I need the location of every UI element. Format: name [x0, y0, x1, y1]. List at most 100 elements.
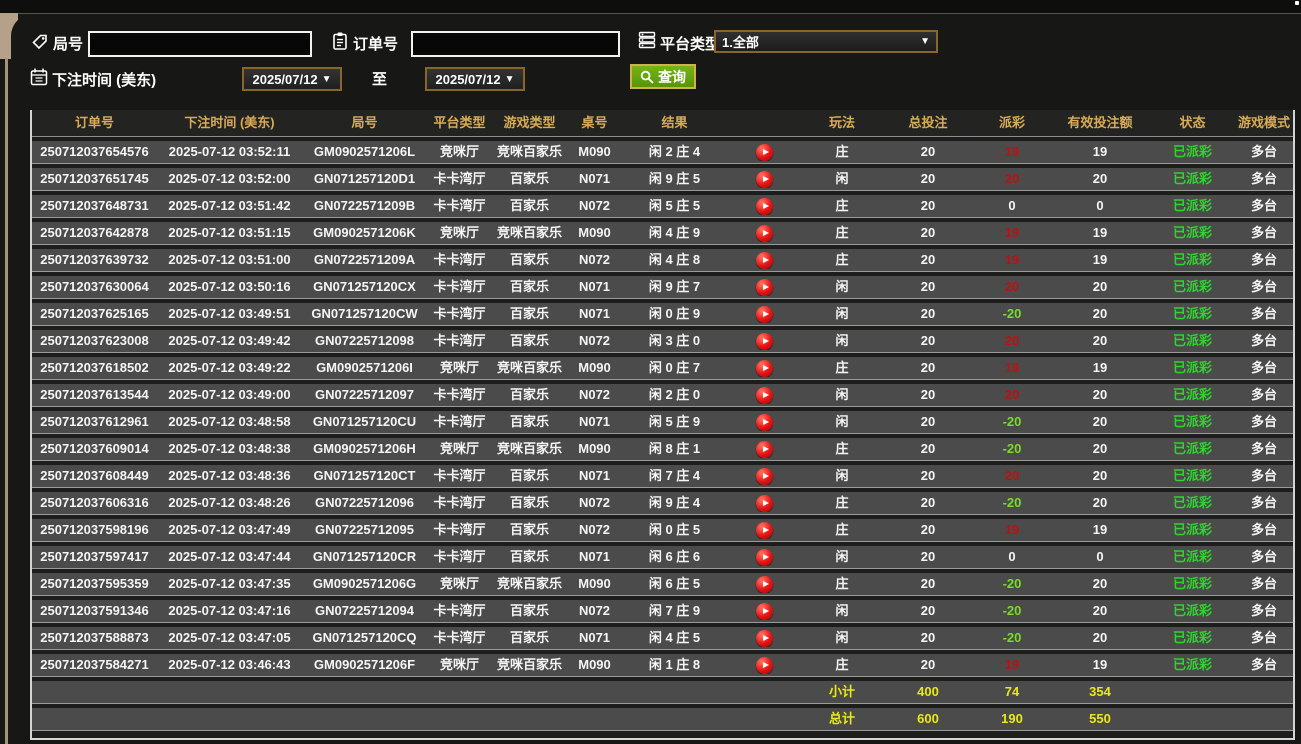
replay-play-icon[interactable] — [756, 629, 773, 647]
round-id-cell: GM0902571206F — [313, 657, 416, 672]
replay-play-icon[interactable] — [756, 413, 773, 431]
table-row: 250712037584271 2025-07-12 03:46:43 GM0902… — [32, 654, 1293, 677]
game-mode-cell: 多台 — [1250, 279, 1277, 294]
result-cell: 闲 3 庄 0 — [648, 333, 701, 348]
table-row: 250712037612961 2025-07-12 03:48:58 GN0712… — [32, 411, 1293, 434]
date-from-picker[interactable]: 2025/07/12 ▼ — [242, 67, 342, 91]
platform-cell: 卡卡湾厅 — [433, 603, 486, 618]
table-no-cell: N072 — [578, 333, 611, 348]
status-cell: 已派彩 — [1172, 198, 1212, 213]
grand-total-row: 总计 600 190 550 — [32, 708, 1293, 731]
table-row: 250712037618502 2025-07-12 03:49:22 GM0902… — [32, 357, 1293, 380]
replay-cell — [727, 521, 802, 539]
payout-cell: 0 — [1008, 198, 1016, 213]
bet-type-cell: 庄 — [835, 441, 849, 456]
date-to-picker[interactable]: 2025/07/12 ▼ — [425, 67, 525, 91]
total-bet-cell: 20 — [920, 198, 936, 213]
result-cell: 闲 7 庄 4 — [648, 468, 701, 483]
column-header-6: 桌号 — [581, 115, 608, 130]
status-cell: 已派彩 — [1172, 306, 1212, 321]
platform-select[interactable]: 1.全部 ▼ — [714, 30, 938, 53]
round-id-cell: GN07225712095 — [314, 522, 415, 537]
total-bet-cell: 20 — [920, 549, 936, 564]
game-type-cell: 百家乐 — [509, 333, 549, 348]
replay-play-icon[interactable] — [756, 143, 773, 161]
replay-play-icon[interactable] — [756, 305, 773, 323]
replay-cell — [727, 224, 802, 242]
valid-bet-cell: 20 — [1092, 468, 1108, 483]
table-no-cell: N072 — [578, 495, 611, 510]
order-input[interactable] — [411, 31, 620, 57]
table-header-row: 订单号 下注时间 (美东) 局号 平台类型 游戏类型 桌号 结果 玩法 总投注 派彩 有效投注额 状态… — [32, 110, 1293, 137]
replay-cell — [727, 359, 802, 377]
replay-play-icon[interactable] — [756, 575, 773, 593]
table-no-cell: M090 — [578, 657, 611, 672]
status-cell: 已派彩 — [1172, 630, 1212, 645]
platform-cell: 竞咪厅 — [439, 225, 479, 240]
replay-play-icon[interactable] — [756, 224, 773, 242]
table-row: 250712037639732 2025-07-12 03:51:00 GN0722… — [32, 249, 1293, 272]
game-mode-cell: 多台 — [1250, 468, 1277, 483]
replay-play-icon[interactable] — [756, 440, 773, 458]
bet-type-cell: 闲 — [835, 279, 849, 294]
replay-cell — [727, 656, 802, 674]
round-id-cell: GN0722571209A — [313, 252, 416, 267]
round-input[interactable] — [88, 31, 312, 57]
table-row: 250712037654576 2025-07-12 03:52:11 GM0902… — [32, 141, 1293, 164]
total-bet-cell: 20 — [920, 630, 936, 645]
replay-play-icon[interactable] — [756, 197, 773, 215]
table-row: 250712037588873 2025-07-12 03:47:05 GN0712… — [32, 627, 1293, 650]
replay-cell — [727, 602, 802, 620]
table-no-cell: M090 — [578, 144, 611, 159]
replay-play-icon[interactable] — [756, 170, 773, 188]
subtotal-label: 小计 — [828, 684, 855, 699]
round-id-cell: GN07225712098 — [314, 333, 415, 348]
query-button[interactable]: 查询 — [630, 64, 696, 89]
replay-play-icon[interactable] — [756, 386, 773, 404]
order-id-cell: 250712037598196 — [40, 522, 149, 537]
status-cell: 已派彩 — [1172, 252, 1212, 267]
platform-cell: 竞咪厅 — [439, 360, 479, 375]
result-cell: 闲 9 庄 4 — [648, 495, 701, 510]
game-type-cell: 百家乐 — [509, 198, 549, 213]
replay-play-icon[interactable] — [756, 278, 773, 296]
replay-play-icon[interactable] — [756, 332, 773, 350]
replay-play-icon[interactable] — [756, 467, 773, 485]
result-cell: 闲 2 庄 0 — [648, 387, 701, 402]
order-id-cell: 250712037625165 — [40, 306, 149, 321]
replay-play-icon[interactable] — [756, 656, 773, 674]
result-cell: 闲 6 庄 6 — [648, 549, 701, 564]
round-id-cell: GN071257120CW — [311, 306, 418, 321]
round-id-cell: GN071257120CT — [313, 468, 416, 483]
bet-time-cell: 2025-07-12 03:48:38 — [168, 441, 291, 456]
replay-play-icon[interactable] — [756, 359, 773, 377]
to-label: 至 — [372, 71, 388, 88]
result-cell: 闲 9 庄 7 — [648, 279, 701, 294]
table-no-cell: N071 — [578, 468, 611, 483]
replay-play-icon[interactable] — [756, 251, 773, 269]
play-triangle — [762, 149, 769, 155]
total-bet-cell: 20 — [920, 414, 936, 429]
play-triangle — [762, 311, 769, 317]
bet-type-cell: 庄 — [835, 198, 849, 213]
replay-play-icon[interactable] — [756, 602, 773, 620]
payout-cell: 19 — [1004, 225, 1020, 240]
game-mode-cell: 多台 — [1250, 549, 1277, 564]
grand-total-total-bet: 600 — [917, 711, 939, 726]
total-bet-cell: 20 — [920, 279, 936, 294]
table-body: 250712037654576 2025-07-12 03:52:11 GM0902… — [32, 141, 1293, 677]
bet-type-cell: 闲 — [835, 414, 849, 429]
total-bet-cell: 20 — [920, 171, 936, 186]
bet-records-table: 订单号 下注时间 (美东) 局号 平台类型 游戏类型 桌号 结果 玩法 总投注 派彩 有效投注额 状态… — [30, 110, 1295, 740]
bet-type-cell: 庄 — [835, 657, 849, 672]
replay-play-icon[interactable] — [756, 548, 773, 566]
order-id-cell: 250712037651745 — [40, 171, 149, 186]
table-no-cell: M090 — [578, 360, 611, 375]
table-no-cell: M090 — [578, 225, 611, 240]
replay-play-icon[interactable] — [756, 521, 773, 539]
table-row: 250712037623008 2025-07-12 03:49:42 GN0722… — [32, 330, 1293, 353]
bet-type-cell: 庄 — [835, 495, 849, 510]
game-type-cell: 百家乐 — [509, 306, 549, 321]
order-id-cell: 250712037648731 — [40, 198, 149, 213]
replay-play-icon[interactable] — [756, 494, 773, 512]
